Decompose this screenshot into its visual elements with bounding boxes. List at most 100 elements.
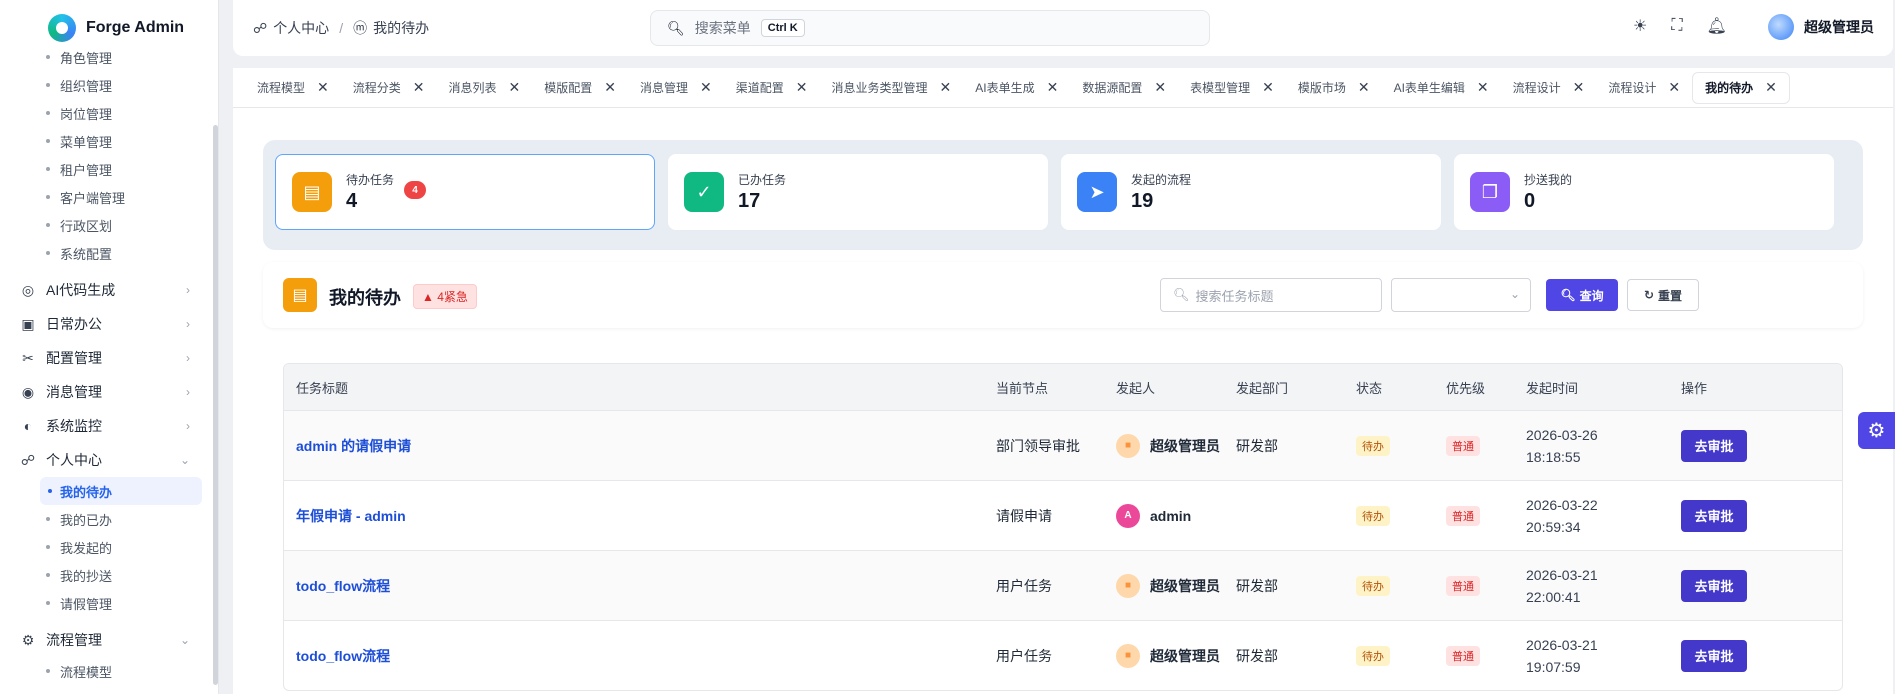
sidebar-group[interactable]: ▣ 日常办公 › bbox=[0, 307, 218, 341]
start-clock: 22:00:41 bbox=[1526, 588, 1581, 605]
close-icon[interactable]: ✕ bbox=[604, 79, 616, 96]
sidebar-subitem[interactable]: 租户管理 bbox=[0, 155, 218, 183]
breadcrumb-separator: / bbox=[339, 20, 344, 36]
close-icon[interactable]: ✕ bbox=[509, 79, 521, 96]
user-menu[interactable]: 超级管理员 bbox=[1768, 14, 1874, 40]
stat-card[interactable]: ▤ 待办任务 4 4 bbox=[275, 154, 655, 230]
task-search-input[interactable]: 🔍︎ 搜索任务标题 bbox=[1160, 278, 1382, 312]
menu-search[interactable]: 🔍︎ 搜索菜单 Ctrl K bbox=[650, 10, 1210, 46]
sidebar-group[interactable]: ◉ 消息管理 › bbox=[0, 375, 218, 409]
column-header: 发起人 bbox=[1116, 380, 1156, 396]
stat-card[interactable]: ❐ 抄送我的 0 bbox=[1454, 154, 1834, 230]
sidebar-subitem[interactable]: 组织管理 bbox=[0, 71, 218, 99]
tab-item[interactable]: 流程分类 ✕ bbox=[341, 72, 437, 104]
tools-icon: ✂ bbox=[22, 349, 34, 366]
close-icon[interactable]: ✕ bbox=[796, 79, 808, 96]
query-button[interactable]: 🔍︎ 查询 bbox=[1546, 279, 1618, 311]
fullscreen-icon[interactable]: ⛶ bbox=[1671, 17, 1682, 35]
close-icon[interactable]: ✕ bbox=[1668, 79, 1680, 96]
task-title-link[interactable]: todo_flow流程 bbox=[296, 578, 390, 594]
initiator: ■ 超级管理员 bbox=[1116, 643, 1236, 668]
sidebar-group[interactable]: ◐ 系统监控 › bbox=[0, 409, 218, 443]
sidebar-subitem[interactable]: 我的待办 bbox=[40, 477, 202, 505]
sidebar-subitem[interactable]: 菜单管理 bbox=[0, 127, 218, 155]
stat-card[interactable]: ✓ 已办任务 17 bbox=[668, 154, 1048, 230]
close-icon[interactable]: ✕ bbox=[1573, 79, 1585, 96]
priority-cell: 普通 bbox=[1446, 505, 1526, 526]
bell-icon[interactable]: 🔔︎ bbox=[1707, 16, 1727, 36]
tab-item[interactable]: 流程模型 ✕ bbox=[245, 72, 341, 104]
search-icon: 🔍︎ bbox=[1560, 288, 1576, 302]
sidebar-group-personal[interactable]: ☍ 个人中心 ⌄ bbox=[0, 443, 218, 477]
sidebar-group-flow[interactable]: ⚙ 流程管理 ⌄ bbox=[0, 623, 218, 657]
search-placeholder: 搜索菜单 bbox=[694, 20, 751, 36]
tab-label: 模版市场 bbox=[1297, 81, 1346, 95]
sidebar: Forge Admin 角色管理 组织管理 岗位管理 菜单管理 租户管理 客户端管理 行政区… bbox=[0, 0, 219, 694]
task-title-link[interactable]: 年假申请 - admin bbox=[296, 508, 406, 524]
theme-toggle-icon[interactable]: ☀ bbox=[1633, 16, 1647, 36]
tab-item[interactable]: AI表单生成 ✕ bbox=[963, 72, 1070, 104]
close-icon[interactable]: ✕ bbox=[700, 79, 712, 96]
close-icon[interactable]: ✕ bbox=[413, 79, 425, 96]
stat-text: 抄送我的 0 bbox=[1524, 171, 1572, 213]
sidebar-subitem[interactable]: 我的已办 bbox=[0, 505, 218, 533]
department: 研发部 bbox=[1236, 647, 1278, 664]
close-icon[interactable]: ✕ bbox=[1477, 79, 1489, 96]
settings-gear-icon[interactable]: ⚙ bbox=[1858, 412, 1895, 449]
task-title-link[interactable]: admin 的请假申请 bbox=[296, 438, 411, 454]
approve-button[interactable]: 去审批 bbox=[1681, 639, 1747, 672]
sidebar-subitem[interactable]: 岗位管理 bbox=[0, 99, 218, 127]
tab-item[interactable]: 消息列表 ✕ bbox=[437, 72, 533, 104]
stat-card[interactable]: ➤ 发起的流程 19 bbox=[1061, 154, 1441, 230]
start-date: 2026-03-22 bbox=[1526, 496, 1598, 513]
chevron-right-icon: › bbox=[186, 317, 190, 331]
tab-item[interactable]: 消息管理 ✕ bbox=[628, 72, 724, 104]
approve-button[interactable]: 去审批 bbox=[1681, 569, 1747, 602]
clipboard-icon: ▤ bbox=[283, 278, 317, 312]
close-icon[interactable]: ✕ bbox=[317, 79, 329, 96]
filter-select[interactable]: ⌄ bbox=[1391, 278, 1531, 312]
sidebar-subitem[interactable]: 行政区划 bbox=[0, 211, 218, 239]
close-icon[interactable]: ✕ bbox=[1154, 79, 1166, 96]
close-icon[interactable]: ✕ bbox=[1262, 79, 1274, 96]
sidebar-subitem[interactable]: 客户端管理 bbox=[0, 183, 218, 211]
sidebar-subitem[interactable]: 我发起的 bbox=[0, 533, 218, 561]
tab-item[interactable]: 消息业务类型管理 ✕ bbox=[820, 72, 964, 104]
tab-item[interactable]: 模版市场 ✕ bbox=[1286, 72, 1382, 104]
close-icon[interactable]: ✕ bbox=[1765, 79, 1777, 96]
sidebar-group[interactable]: ✂ 配置管理 › bbox=[0, 341, 218, 375]
close-icon[interactable]: ✕ bbox=[940, 79, 952, 96]
sidebar-subitem[interactable]: 系统配置 bbox=[0, 239, 218, 267]
top-header: ☍ 个人中心 / ⓜ 我的待办 🔍︎ 搜索菜单 Ctrl K ☀ ⛶ 🔔︎ 超级… bbox=[233, 0, 1893, 56]
sidebar-subitem[interactable]: 我的抄送 bbox=[0, 561, 218, 589]
tab-item[interactable]: AI表单生编辑 ✕ bbox=[1382, 72, 1501, 104]
sidebar-subitem[interactable]: 角色管理 bbox=[0, 43, 218, 71]
avatar bbox=[1768, 14, 1794, 40]
reset-button[interactable]: ↻ 重置 bbox=[1627, 279, 1699, 311]
task-title-link[interactable]: todo_flow流程 bbox=[296, 648, 390, 664]
close-icon[interactable]: ✕ bbox=[1047, 79, 1059, 96]
column-header: 发起部门 bbox=[1236, 380, 1289, 396]
breadcrumb-item[interactable]: 个人中心 bbox=[273, 18, 329, 38]
stat-text: 发起的流程 19 bbox=[1131, 171, 1191, 213]
sidebar-subitem-label: 岗位管理 bbox=[60, 106, 113, 122]
sidebar-scrollbar[interactable] bbox=[213, 125, 218, 685]
tab-item[interactable]: 流程设计 ✕ bbox=[1596, 72, 1692, 104]
approve-button[interactable]: 去审批 bbox=[1681, 429, 1747, 462]
sidebar-group[interactable]: ◎ AI代码生成 › bbox=[0, 273, 218, 307]
tab-item[interactable]: 流程设计 ✕ bbox=[1501, 72, 1597, 104]
initiator-cell: ■ 超级管理员 bbox=[1116, 573, 1236, 598]
chevron-down-icon: ⌄ bbox=[179, 453, 190, 467]
sidebar-subitem-label: 菜单管理 bbox=[60, 134, 113, 150]
tab-item[interactable]: 数据源配置 ✕ bbox=[1070, 72, 1178, 104]
priority-cell: 普通 bbox=[1446, 645, 1526, 666]
approve-button[interactable]: 去审批 bbox=[1681, 499, 1747, 532]
tab-item[interactable]: 表模型管理 ✕ bbox=[1178, 72, 1286, 104]
sidebar-subitem[interactable]: 流程模型 bbox=[0, 657, 218, 685]
close-icon[interactable]: ✕ bbox=[1358, 79, 1370, 96]
initiator-name: 超级管理员 bbox=[1150, 437, 1220, 454]
tab-item[interactable]: 我的待办 ✕ bbox=[1692, 71, 1790, 104]
tab-item[interactable]: 渠道配置 ✕ bbox=[724, 72, 820, 104]
sidebar-subitem[interactable]: 请假管理 bbox=[0, 589, 218, 617]
tab-item[interactable]: 模版配置 ✕ bbox=[532, 72, 628, 104]
